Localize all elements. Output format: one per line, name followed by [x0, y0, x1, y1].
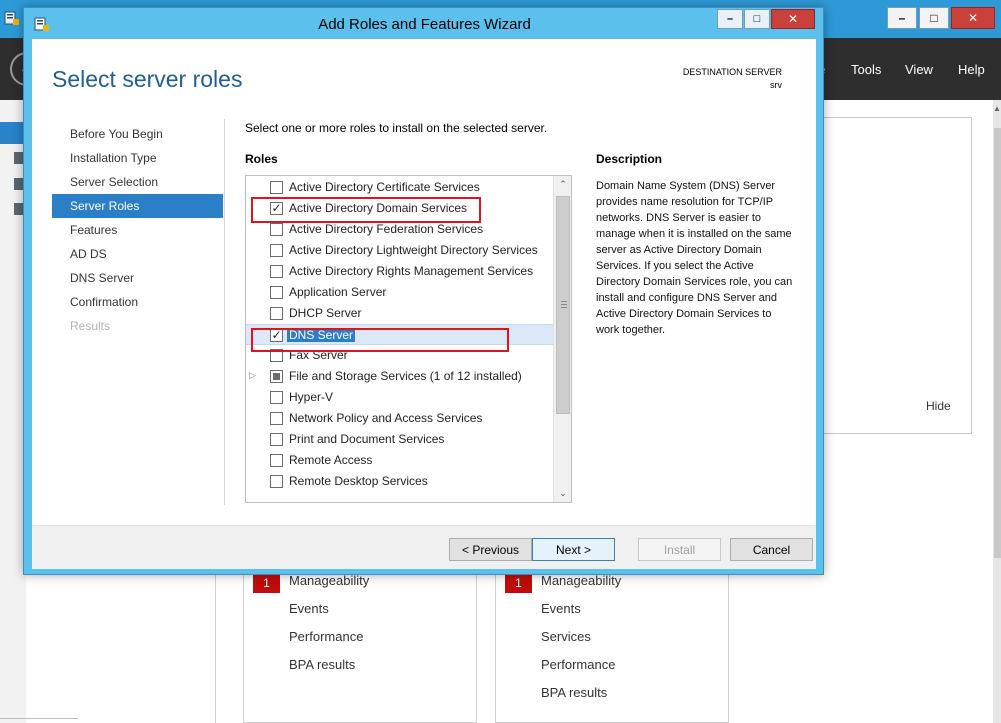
description-text: Domain Name System (DNS) Server provides… — [596, 180, 793, 336]
role-checkbox[interactable] — [270, 475, 283, 488]
maximize-button[interactable]: □ — [744, 9, 770, 29]
nav-installation-type[interactable]: Installation Type — [52, 146, 223, 170]
role-label: DHCP Server — [289, 306, 362, 320]
wizard-nav: Before You Begin Installation Type Serve… — [52, 122, 223, 338]
bg-close-button[interactable]: ✕ — [951, 7, 995, 29]
tile-divider — [215, 570, 216, 723]
role-label: Network Policy and Access Services — [289, 411, 483, 425]
cancel-button[interactable]: Cancel — [730, 538, 813, 561]
menu-tools[interactable]: Tools — [851, 62, 881, 77]
tile-item[interactable]: Services — [541, 629, 591, 644]
minimize-button[interactable]: – — [717, 9, 743, 29]
nav-separator — [224, 119, 225, 505]
role-item[interactable]: Application Server — [246, 282, 554, 303]
role-item[interactable]: Hyper-V — [246, 387, 554, 408]
server-tile-2: 1 Manageability Events Services Performa… — [495, 570, 729, 723]
add-roles-wizard-window: Add Roles and Features Wizard – □ ✕ Sele… — [23, 7, 824, 575]
destination-server-name: srv — [770, 80, 782, 90]
close-button[interactable]: ✕ — [771, 9, 815, 29]
tile-item[interactable]: Events — [541, 601, 581, 616]
tile-item[interactable]: Performance — [289, 629, 363, 644]
tile-item[interactable]: BPA results — [541, 685, 607, 700]
role-label: File and Storage Services (1 of 12 insta… — [289, 369, 522, 383]
role-checkbox[interactable] — [270, 391, 283, 404]
role-checkbox[interactable] — [270, 286, 283, 299]
roles-scrollbar[interactable]: ⌃ ⌄ — [553, 176, 571, 502]
role-checkbox[interactable] — [270, 244, 283, 257]
nav-before-you-begin[interactable]: Before You Begin — [52, 122, 223, 146]
role-checkbox[interactable] — [270, 433, 283, 446]
hide-link[interactable]: Hide — [926, 399, 951, 413]
bg-maximize-button[interactable]: □ — [919, 7, 949, 29]
role-checkbox-partial[interactable] — [270, 370, 283, 383]
role-item[interactable]: ▷ File and Storage Services (1 of 12 ins… — [246, 366, 554, 387]
nav-confirmation[interactable]: Confirmation — [52, 290, 223, 314]
annotation-box-ad-ds — [251, 197, 481, 223]
scroll-down-icon[interactable]: ⌄ — [554, 485, 571, 502]
bg-minimize-button[interactable]: – — [887, 7, 917, 29]
wizard-footer: < Previous Next > Install Cancel — [32, 525, 816, 569]
wizard-client-area: Select server roles DESTINATION SERVER s… — [32, 39, 816, 569]
role-item[interactable]: DHCP Server — [246, 303, 554, 324]
role-label: Print and Document Services — [289, 432, 445, 446]
server-manager-icon — [4, 11, 19, 25]
dashboard-scroll-thumb[interactable] — [994, 128, 1001, 558]
role-item[interactable]: Print and Document Services — [246, 429, 554, 450]
role-label: Active Directory Certificate Services — [289, 180, 480, 194]
role-label: Active Directory Lightweight Directory S… — [289, 243, 538, 257]
tile-item[interactable]: Performance — [541, 657, 615, 672]
scroll-up-icon[interactable]: ⌃ — [554, 176, 571, 193]
server-tile-1: 1 Manageability Events Performance BPA r… — [243, 570, 477, 723]
nav-dns-server[interactable]: DNS Server — [52, 266, 223, 290]
instruction-text: Select one or more roles to install on t… — [245, 121, 548, 135]
role-label: Active Directory Rights Management Servi… — [289, 264, 534, 278]
role-item[interactable]: Remote Access — [246, 450, 554, 471]
role-checkbox[interactable] — [270, 223, 283, 236]
role-item[interactable]: Active Directory Rights Management Servi… — [246, 261, 554, 282]
role-checkbox[interactable] — [270, 307, 283, 320]
tile-item[interactable]: Manageability — [289, 573, 369, 588]
tile-item[interactable]: Manageability — [541, 573, 621, 588]
menu-view[interactable]: View — [905, 62, 933, 77]
page-title: Select server roles — [52, 66, 243, 92]
next-button[interactable]: Next > — [532, 538, 615, 561]
expand-arrow-icon[interactable]: ▷ — [249, 370, 256, 381]
destination-server-label: DESTINATION SERVER — [682, 67, 782, 77]
role-checkbox[interactable] — [270, 181, 283, 194]
role-item[interactable]: Active Directory Lightweight Directory S… — [246, 240, 554, 261]
roles-scroll-thumb[interactable] — [556, 196, 570, 414]
role-item[interactable]: Network Policy and Access Services — [246, 408, 554, 429]
role-item[interactable]: Active Directory Certificate Services — [246, 177, 554, 198]
tile-item[interactable]: Events — [289, 601, 329, 616]
alert-count-badge: 1 — [253, 573, 280, 593]
scroll-grip-icon — [561, 301, 567, 308]
annotation-box-dns-server — [251, 328, 509, 352]
install-button: Install — [638, 538, 721, 561]
nav-server-roles[interactable]: Server Roles — [52, 194, 223, 218]
welcome-tile — [822, 117, 972, 434]
description-header: Description — [596, 152, 663, 166]
menu-help[interactable]: Help — [958, 62, 985, 77]
nav-results: Results — [70, 319, 111, 333]
scroll-up-arrow-icon[interactable]: ▲ — [993, 104, 1001, 124]
previous-button[interactable]: < Previous — [449, 538, 532, 561]
nav-features[interactable]: Features — [52, 218, 223, 242]
role-label: Active Directory Federation Services — [289, 222, 484, 236]
role-label: Remote Desktop Services — [289, 474, 428, 488]
role-label: Application Server — [289, 285, 387, 299]
nav-server-selection[interactable]: Server Selection — [52, 170, 223, 194]
wizard-title: Add Roles and Features Wizard — [318, 16, 531, 33]
role-label: Hyper-V — [289, 390, 334, 404]
role-checkbox[interactable] — [270, 412, 283, 425]
role-item[interactable]: Remote Desktop Services — [246, 471, 554, 492]
role-label: Remote Access — [289, 453, 373, 467]
bottom-edge — [0, 718, 78, 723]
nav-ad-ds[interactable]: AD DS — [52, 242, 223, 266]
alert-count-badge: 1 — [505, 573, 532, 593]
role-checkbox[interactable] — [270, 454, 283, 467]
tile-item[interactable]: BPA results — [289, 657, 355, 672]
roles-header: Roles — [245, 152, 278, 166]
role-checkbox[interactable] — [270, 265, 283, 278]
